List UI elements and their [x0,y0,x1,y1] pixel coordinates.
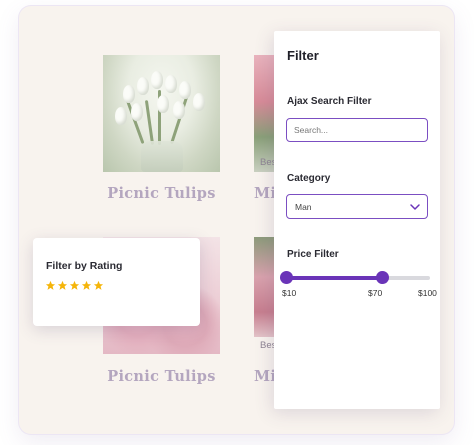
price-max-label: $100 [418,288,437,298]
product-image-tulips[interactable] [103,55,220,172]
rating-filter-title: Filter by Rating [46,260,123,272]
star-icon[interactable] [57,280,68,291]
slider-range-fill [286,276,382,280]
chevron-down-icon [410,204,420,210]
price-min-label: $10 [282,288,297,298]
price-range-slider[interactable] [280,271,430,285]
product-title-partial[interactable]: Mi [254,368,276,385]
filter-panel-title: Filter [287,48,319,63]
product-title[interactable]: Picnic Tulips [103,185,220,202]
price-filter-label: Price Filter [287,249,339,260]
search-filter-label: Ajax Search Filter [287,96,372,107]
star-icon[interactable] [45,280,56,291]
product-image-peony-partial[interactable] [254,55,274,172]
star-icon[interactable] [93,280,104,291]
price-selected-max-label: $70 [368,288,383,298]
product-image-mixed-partial[interactable] [254,237,274,337]
slider-min-handle[interactable] [280,271,293,284]
filter-panel: Filter Ajax Search Filter Category Man P… [274,31,440,409]
product-title[interactable]: Picnic Tulips [103,368,220,385]
category-label: Category [287,173,331,184]
rating-stars[interactable] [45,280,104,291]
star-icon[interactable] [69,280,80,291]
slider-max-handle[interactable] [376,271,389,284]
star-icon[interactable] [81,280,92,291]
rating-filter-card: Filter by Rating [33,238,200,326]
category-selected-value: Man [295,202,312,212]
search-input[interactable] [286,118,428,142]
product-title-partial[interactable]: Mi [254,185,276,202]
category-select[interactable]: Man [286,194,428,219]
